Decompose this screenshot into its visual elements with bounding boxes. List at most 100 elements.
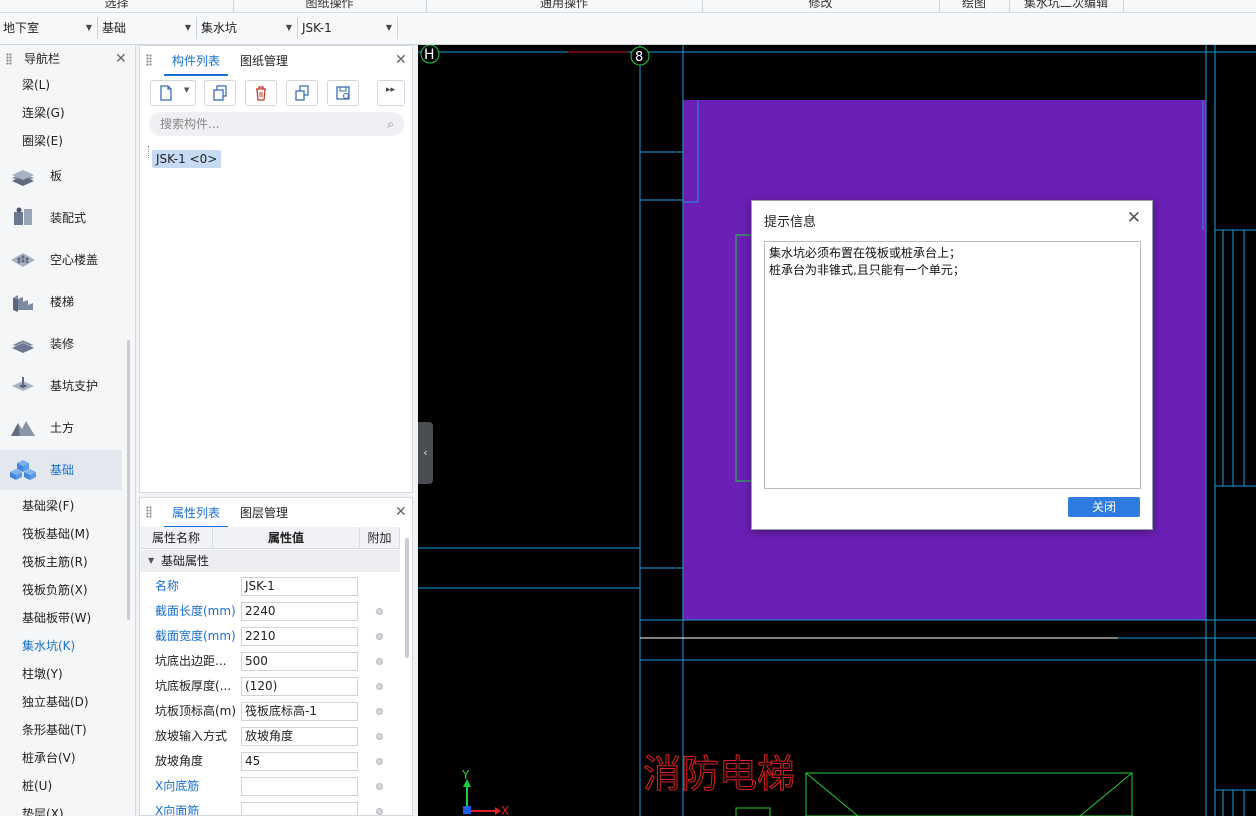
new-component-button[interactable]: ▼ — [150, 80, 196, 106]
property-value-input[interactable]: 放坡角度 — [241, 727, 358, 746]
more-tools-button[interactable]: ▸▸ — [377, 80, 405, 106]
nav-category-earthwork[interactable]: 土方 — [0, 408, 122, 448]
tab-component-list[interactable]: 构件列表 — [164, 48, 229, 76]
close-icon[interactable]: ✕ — [395, 504, 407, 520]
property-value-input[interactable]: 500 — [241, 652, 358, 671]
property-value-input[interactable] — [241, 777, 358, 796]
search-input[interactable]: 搜索构件... ⌕ — [149, 112, 404, 136]
extra-checkbox-icon[interactable] — [376, 808, 383, 815]
nav-item-pile-cap[interactable]: 桩承台(V) — [22, 748, 76, 768]
close-icon[interactable]: ✕ — [115, 51, 127, 67]
property-name: 名称 — [155, 579, 180, 593]
property-row[interactable]: 坑底出边距... 500 — [140, 649, 400, 674]
category-select[interactable]: 基础 ▼ — [99, 17, 197, 39]
nav-category-foundation[interactable]: 基础 — [0, 450, 122, 490]
nav-item-coupling-beam[interactable]: 连梁(G) — [22, 103, 65, 123]
property-group-header[interactable]: ▼ 基础属性 — [140, 550, 400, 572]
nav-category-prefab[interactable]: 装配式 — [0, 198, 122, 238]
extra-checkbox-icon[interactable] — [376, 758, 383, 765]
ribbon-group-drawing-ops[interactable]: 图纸操作 — [233, 0, 427, 12]
double-chevron-right-icon: ▸▸ — [386, 85, 396, 95]
nav-item-isolated-footing[interactable]: 独立基础(D) — [22, 692, 89, 712]
property-value-input[interactable]: (120) — [241, 677, 358, 696]
extra-checkbox-icon[interactable] — [376, 658, 383, 665]
property-value-input[interactable]: 2210 — [241, 627, 358, 646]
extra-checkbox-icon[interactable] — [376, 633, 383, 640]
nav-item-column-pier[interactable]: 柱墩(Y) — [22, 664, 63, 684]
extra-checkbox-icon[interactable] — [376, 608, 383, 615]
property-row[interactable]: 坑板顶标高(m) 筏板底标高-1 — [140, 699, 400, 724]
column-header-extra: 附加 — [360, 527, 400, 549]
ribbon-group-sump-edit[interactable]: 集水坑二次编辑 — [1009, 0, 1124, 12]
chevron-down-icon: ▼ — [85, 23, 92, 32]
chevron-down-icon: ▼ — [184, 23, 191, 32]
ribbon-group-select[interactable]: 选择 — [0, 0, 234, 12]
chevron-down-icon: ▼ — [385, 23, 392, 32]
ribbon-group-draw[interactable]: 绘图 — [939, 0, 1010, 12]
close-icon[interactable]: ✕ — [395, 52, 407, 68]
component-type-select[interactable]: 集水坑 ▼ — [198, 17, 298, 39]
nav-category-hollow-floor[interactable]: 空心楼盖 — [0, 240, 122, 280]
property-row[interactable]: 截面长度(mm) 2240 — [140, 599, 400, 624]
nav-item-raft-negative-rebar[interactable]: 筏板负筋(X) — [22, 580, 88, 600]
property-row[interactable]: 名称 JSK-1 — [140, 574, 400, 599]
axis-label-h: H — [424, 47, 435, 63]
hollow-floor-icon — [11, 253, 35, 267]
copy-component-button[interactable] — [204, 80, 236, 106]
property-row[interactable]: X向底筋 — [140, 774, 400, 799]
property-row[interactable]: 放坡角度 45 — [140, 749, 400, 774]
property-row[interactable]: 放坡输入方式 放坡角度 — [140, 724, 400, 749]
property-value-input[interactable] — [241, 802, 358, 815]
nav-category-stairs[interactable]: 楼梯 — [0, 282, 122, 322]
save-template-button[interactable] — [327, 80, 359, 106]
drag-handle-icon[interactable] — [146, 506, 152, 518]
nav-scrollbar[interactable] — [127, 340, 130, 620]
drag-handle-icon[interactable] — [6, 53, 12, 65]
tab-layer-management[interactable]: 图层管理 — [232, 500, 296, 526]
property-row[interactable]: 坑底板厚度(... (120) — [140, 674, 400, 699]
property-value-input[interactable]: 筏板底标高-1 — [241, 702, 358, 721]
collapse-panel-button[interactable]: ‹ — [418, 422, 433, 484]
nav-item-raft-foundation[interactable]: 筏板基础(M) — [22, 524, 90, 544]
nav-item-foundation-beam[interactable]: 基础梁(F) — [22, 496, 74, 516]
delete-component-button[interactable] — [245, 80, 277, 106]
tab-drawing-management[interactable]: 图纸管理 — [232, 48, 296, 74]
ribbon-group-modify[interactable]: 修改 — [702, 0, 940, 12]
extra-checkbox-icon[interactable] — [376, 783, 383, 790]
nav-category-decoration[interactable]: 装修 — [0, 324, 122, 364]
tab-property-list[interactable]: 属性列表 — [164, 500, 229, 528]
column-header-name: 属性名称 — [140, 527, 213, 549]
drag-handle-icon[interactable] — [146, 54, 152, 66]
tree-item-jsk-1[interactable]: JSK-1 <0> — [152, 150, 222, 168]
nav-category-pit-support[interactable]: 基坑支护 — [0, 366, 122, 406]
svg-text:X: X — [501, 804, 509, 816]
nav-panel-title: 导航栏 — [24, 52, 61, 66]
property-row[interactable]: X向面筋 — [140, 799, 400, 816]
nav-item-beam[interactable]: 梁(L) — [22, 75, 50, 95]
property-value-input[interactable]: 2240 — [241, 602, 358, 621]
nav-item-sump-pit[interactable]: 集水坑(K) — [22, 636, 75, 656]
ribbon-group-common-ops[interactable]: 通用操作 — [426, 0, 703, 12]
component-select[interactable]: JSK-1 ▼ — [299, 17, 398, 39]
property-row[interactable]: 截面宽度(mm) 2210 — [140, 624, 400, 649]
nav-item-cushion[interactable]: 垫层(X) — [22, 804, 64, 816]
nav-item-strip-footing[interactable]: 条形基础(T) — [22, 720, 87, 740]
extra-checkbox-icon[interactable] — [376, 683, 383, 690]
nav-item-ring-beam[interactable]: 圈梁(E) — [22, 131, 63, 151]
extra-checkbox-icon[interactable] — [376, 733, 383, 740]
close-icon[interactable]: ✕ — [1127, 209, 1141, 227]
property-scrollbar[interactable] — [405, 538, 409, 658]
property-name: X向面筋 — [155, 804, 200, 816]
extra-checkbox-icon[interactable] — [376, 708, 383, 715]
layer-copy-button[interactable] — [286, 80, 318, 106]
nav-item-foundation-strip[interactable]: 基础板带(W) — [22, 608, 91, 628]
property-value-input[interactable]: 45 — [241, 752, 358, 771]
nav-item-pile[interactable]: 桩(U) — [22, 776, 52, 796]
property-value-input[interactable]: JSK-1 — [241, 577, 358, 596]
decoration-icon — [12, 340, 34, 353]
nav-category-slab[interactable]: 板 — [0, 156, 122, 196]
earthwork-icon — [11, 421, 35, 436]
floor-select[interactable]: 地下室 ▼ — [0, 17, 98, 39]
dialog-close-button[interactable]: 关闭 — [1068, 497, 1140, 517]
nav-item-raft-main-rebar[interactable]: 筏板主筋(R) — [22, 552, 88, 572]
